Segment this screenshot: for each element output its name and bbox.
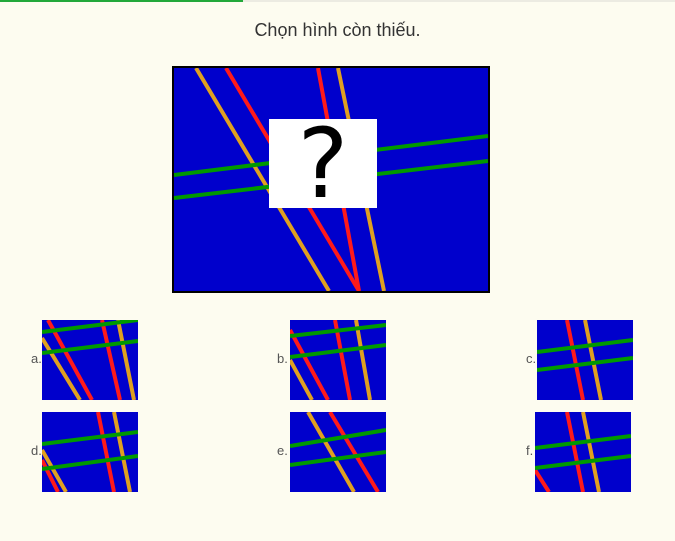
option-f-line-orange-1 (581, 412, 601, 492)
option-f-line-red-2 (565, 412, 585, 492)
option-d-line-red-2 (96, 412, 116, 492)
option-e-line-red-1 (328, 412, 380, 492)
option-b-line-red-1 (290, 329, 330, 400)
option-a-label[interactable]: a. (31, 351, 42, 366)
option-a-line-red-2 (100, 320, 122, 400)
option-b-line-orange-2 (354, 320, 372, 400)
option-d-image[interactable] (42, 412, 138, 492)
option-c-line-green-2 (537, 356, 633, 372)
option-c-line-green-1 (537, 338, 633, 354)
missing-piece-box: ? (269, 116, 377, 212)
option-f-line-green-2 (535, 454, 631, 470)
option-f-line-green-1 (535, 434, 631, 450)
option-e-image[interactable] (290, 412, 386, 492)
option-c-label[interactable]: c. (526, 351, 536, 366)
option-f-image[interactable] (535, 412, 631, 492)
option-b-image[interactable] (290, 320, 386, 400)
option-a-line-orange-2 (116, 320, 136, 400)
option-a-line-green-1 (42, 320, 138, 334)
option-f-label[interactable]: f. (526, 443, 533, 458)
puzzle-image: ? (172, 66, 490, 293)
option-f-lines (535, 412, 631, 492)
option-c-line-red-1 (565, 320, 585, 400)
option-e-lines (290, 412, 386, 492)
option-e-line-orange-1 (306, 412, 356, 492)
option-d-line-green-1 (42, 430, 138, 446)
question-title: Chọn hình còn thiếu. (254, 20, 421, 40)
option-f-line-red-1 (535, 468, 551, 492)
progress-bar-fill (0, 0, 243, 2)
option-e-label[interactable]: e. (277, 443, 288, 458)
progress-bar (0, 0, 675, 2)
option-d-line-orange-2 (112, 412, 132, 492)
option-c-lines (537, 320, 633, 400)
option-a-image[interactable] (42, 320, 138, 400)
option-c-line-orange-1 (583, 320, 603, 400)
option-a-lines (42, 320, 138, 400)
option-b-label[interactable]: b. (277, 351, 288, 366)
option-e-line-green-1 (290, 428, 386, 448)
question-mark: ? (297, 107, 349, 220)
option-d-label[interactable]: d. (31, 443, 42, 458)
option-b-lines (290, 320, 386, 400)
option-d-lines (42, 412, 138, 492)
option-c-image[interactable] (537, 320, 633, 400)
